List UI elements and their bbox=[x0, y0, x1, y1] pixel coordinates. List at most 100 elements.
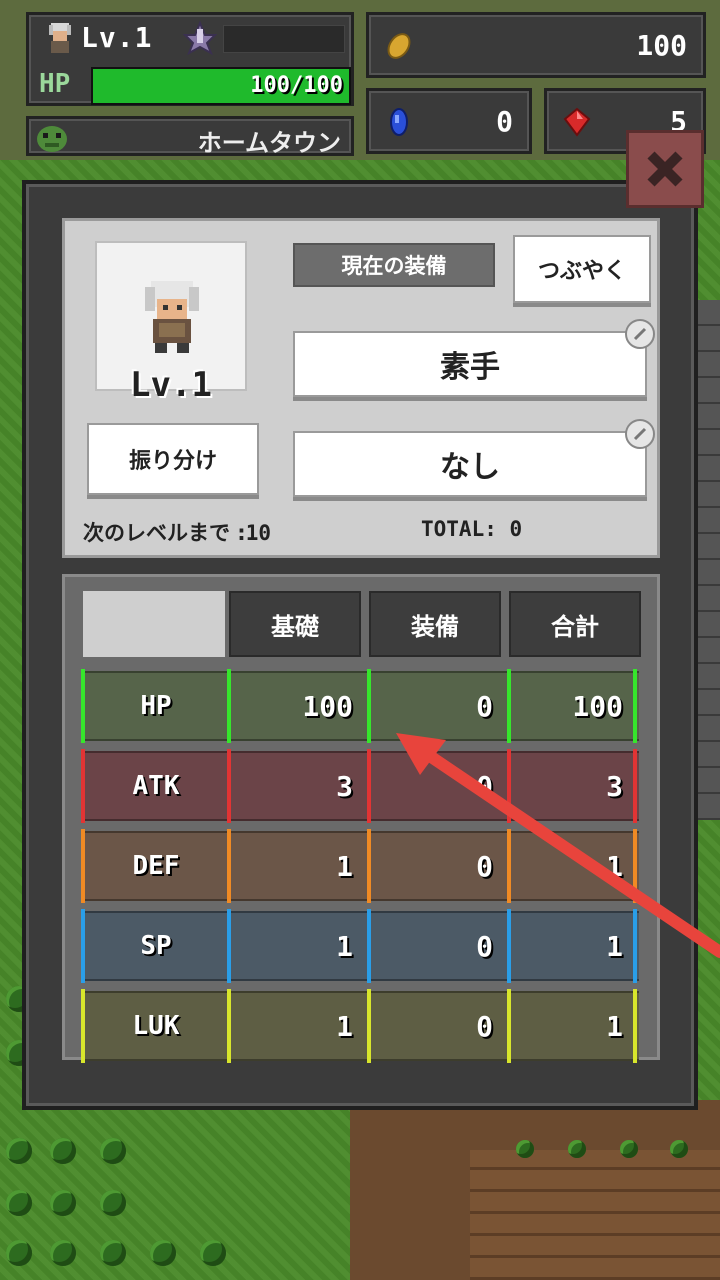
stat-base-value: 3 bbox=[229, 751, 369, 821]
stat-row-divider bbox=[227, 829, 231, 903]
stat-equip-value: 0 bbox=[369, 911, 509, 981]
player-avatar-icon bbox=[49, 23, 71, 53]
stat-total-value: 1 bbox=[509, 991, 639, 1061]
bush bbox=[100, 1240, 126, 1266]
hp-label: HP bbox=[39, 69, 71, 99]
bush bbox=[100, 1190, 126, 1216]
stat-row-divider bbox=[507, 669, 511, 743]
stat-base-value: 1 bbox=[229, 911, 369, 981]
bush bbox=[50, 1138, 76, 1164]
character-portrait: Lv.1 bbox=[95, 241, 247, 405]
location-panel: ホームタウン bbox=[26, 116, 354, 157]
bush bbox=[200, 1240, 226, 1266]
stat-row-divider bbox=[81, 669, 85, 743]
bush bbox=[100, 1138, 126, 1164]
character-info-panel: Lv.1 現在の装備 つぶやく 素手 なし 振り分け 次のレベルまで :10 T… bbox=[62, 218, 660, 558]
stat-row-atk: ATK 3 0 3 bbox=[81, 749, 639, 823]
farm-plot bbox=[470, 1150, 720, 1280]
total-value: 0 bbox=[509, 517, 523, 541]
player-level: Lv.1 bbox=[81, 21, 153, 54]
experience-bar bbox=[223, 25, 345, 53]
stat-row-divider bbox=[227, 909, 231, 983]
stat-row-divider bbox=[633, 909, 637, 983]
total-points: TOTAL: 0 bbox=[421, 517, 522, 541]
portrait-level: Lv.1 bbox=[130, 365, 212, 405]
close-button[interactable] bbox=[626, 130, 704, 208]
weapon-name: 素手 bbox=[440, 350, 500, 385]
bush bbox=[6, 1240, 32, 1266]
blue-gem-panel: 0 bbox=[366, 88, 532, 154]
stat-base-value: 1 bbox=[229, 991, 369, 1061]
stat-row-luk: LUK 1 0 1 bbox=[81, 989, 639, 1063]
stats-header-blank bbox=[83, 591, 225, 657]
total-label: TOTAL: bbox=[421, 517, 510, 541]
whisper-button[interactable]: つぶやく bbox=[513, 235, 651, 303]
town-npc-icon bbox=[37, 126, 67, 152]
hp-value: 100/100 bbox=[250, 73, 343, 98]
next-level-value: 10 bbox=[245, 521, 272, 545]
bush bbox=[150, 1240, 176, 1266]
allocate-points-button[interactable]: 振り分け bbox=[87, 423, 259, 495]
bush bbox=[6, 1190, 32, 1216]
current-equipment-label: 現在の装備 bbox=[293, 243, 495, 287]
stat-row-divider bbox=[227, 669, 231, 743]
hp-bar: 100/100 bbox=[91, 67, 351, 105]
stat-base-value: 1 bbox=[229, 831, 369, 901]
player-status-panel: Lv.1 HP 100/100 bbox=[26, 12, 354, 106]
bush bbox=[568, 1140, 586, 1158]
stat-row-divider bbox=[633, 669, 637, 743]
bush bbox=[516, 1140, 534, 1158]
gold-coin-icon bbox=[387, 33, 411, 59]
stat-name: ATK bbox=[83, 751, 229, 821]
weapon-slot[interactable]: 素手 bbox=[293, 319, 655, 397]
stat-row-hp: HP 100 0 100 bbox=[81, 669, 639, 743]
stat-equip-value: 0 bbox=[369, 831, 509, 901]
stat-row-divider bbox=[633, 989, 637, 1063]
stat-row-sp: SP 1 0 1 bbox=[81, 909, 639, 983]
stat-row-divider bbox=[81, 989, 85, 1063]
bush bbox=[50, 1240, 76, 1266]
close-icon bbox=[647, 151, 683, 187]
stat-row-def: DEF 1 0 1 bbox=[81, 829, 639, 903]
stat-name: HP bbox=[83, 671, 229, 741]
stat-total-value: 3 bbox=[509, 751, 639, 821]
stat-row-divider bbox=[227, 749, 231, 823]
stat-base-value: 100 bbox=[229, 671, 369, 741]
stat-row-divider bbox=[633, 829, 637, 903]
stat-row-divider bbox=[633, 749, 637, 823]
stat-row-divider bbox=[507, 989, 511, 1063]
bush bbox=[620, 1140, 638, 1158]
stat-total-value: 1 bbox=[509, 831, 639, 901]
gold-amount: 100 bbox=[636, 29, 687, 62]
red-gem-icon bbox=[563, 107, 591, 137]
header-total: 合計 bbox=[509, 591, 641, 657]
stat-equip-value: 0 bbox=[369, 671, 509, 741]
stats-table: 基礎 装備 合計 HP 100 0 100 ATK 3 0 3 DEF 1 0 1 SP 1 0 1 LUK 1 0… bbox=[62, 574, 660, 1063]
bush bbox=[670, 1140, 688, 1158]
weapon-slot-pin-icon bbox=[625, 319, 655, 349]
stat-name: DEF bbox=[83, 831, 229, 901]
stat-row-divider bbox=[81, 829, 85, 903]
blue-gem-icon bbox=[390, 108, 408, 136]
stat-row-divider bbox=[367, 909, 371, 983]
header-equipment: 装備 bbox=[369, 591, 501, 657]
bush bbox=[6, 1138, 32, 1164]
blue-gem-amount: 0 bbox=[496, 105, 513, 138]
hero-sprite-icon bbox=[145, 281, 199, 353]
stat-row-divider bbox=[367, 749, 371, 823]
stat-name: SP bbox=[83, 911, 229, 981]
stat-row-divider bbox=[507, 909, 511, 983]
stat-row-divider bbox=[367, 669, 371, 743]
header-base: 基礎 bbox=[229, 591, 361, 657]
status-dialog: Lv.1 現在の装備 つぶやく 素手 なし 振り分け 次のレベルまで :10 T… bbox=[22, 180, 698, 1110]
location-name: ホームタウン bbox=[197, 129, 341, 157]
stat-row-divider bbox=[507, 829, 511, 903]
stat-row-divider bbox=[367, 989, 371, 1063]
armor-name: なし bbox=[440, 450, 500, 485]
stat-row-divider bbox=[507, 749, 511, 823]
stat-name: LUK bbox=[83, 991, 229, 1061]
stat-row-divider bbox=[227, 989, 231, 1063]
stat-row-divider bbox=[81, 749, 85, 823]
armor-slot[interactable]: なし bbox=[293, 419, 655, 497]
stat-total-value: 100 bbox=[509, 671, 639, 741]
